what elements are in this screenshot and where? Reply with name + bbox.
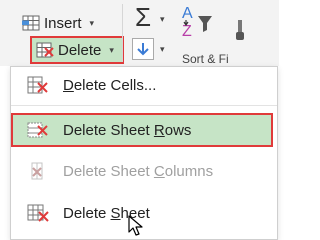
delete-cells-icon [36, 42, 54, 58]
menu-item-delete-sheet-rows[interactable]: Delete Sheet Rows [11, 113, 273, 147]
menu-item-label: Delete Cells... [63, 77, 157, 94]
menu-item-delete-cells[interactable]: Delete Cells... [11, 69, 277, 101]
menu-item-label: Delete Sheet Rows [63, 122, 192, 139]
menu-item-delete-sheet-columns[interactable]: Delete Sheet Columns [11, 155, 277, 187]
sort-filter-label: Sort & Fi [182, 52, 229, 64]
delete-button[interactable]: Delete ▾ [30, 36, 124, 64]
ribbon-separator [122, 4, 123, 62]
autosum-icon[interactable]: Σ [135, 2, 151, 33]
delete-sheet-icon [27, 204, 49, 222]
svg-text:Z: Z [182, 23, 192, 40]
menu-divider [11, 105, 277, 106]
svg-text:A: A [182, 5, 193, 22]
autosum-dropdown-caret[interactable]: ▾ [160, 14, 165, 25]
fill-button[interactable] [132, 38, 154, 60]
insert-button[interactable]: Insert ▾ [22, 12, 94, 34]
mouse-pointer-icon [128, 215, 143, 236]
delete-dropdown-caret[interactable]: ▾ [109, 45, 114, 56]
insert-dropdown-caret[interactable]: ▾ [90, 18, 95, 29]
ribbon-cells-group: Insert ▾ Delete ▾ Σ ▾ ▾ A Z Sort & Fi [0, 0, 279, 66]
menu-item-label: Delete Sheet Columns [63, 163, 214, 180]
delete-cells-icon [27, 76, 48, 94]
fill-down-arrow-icon [137, 43, 149, 56]
delete-dropdown-menu: Delete Cells... Delete Sheet Rows Delete… [10, 66, 278, 240]
insert-cells-icon [22, 15, 40, 31]
delete-columns-icon [31, 162, 43, 180]
delete-rows-icon [27, 122, 48, 138]
insert-label: Insert [44, 14, 82, 32]
delete-label: Delete [58, 41, 102, 59]
find-select-icon[interactable] [232, 18, 252, 44]
sort-filter-icon[interactable]: A Z [178, 2, 216, 42]
fill-dropdown-caret[interactable]: ▾ [160, 44, 165, 55]
